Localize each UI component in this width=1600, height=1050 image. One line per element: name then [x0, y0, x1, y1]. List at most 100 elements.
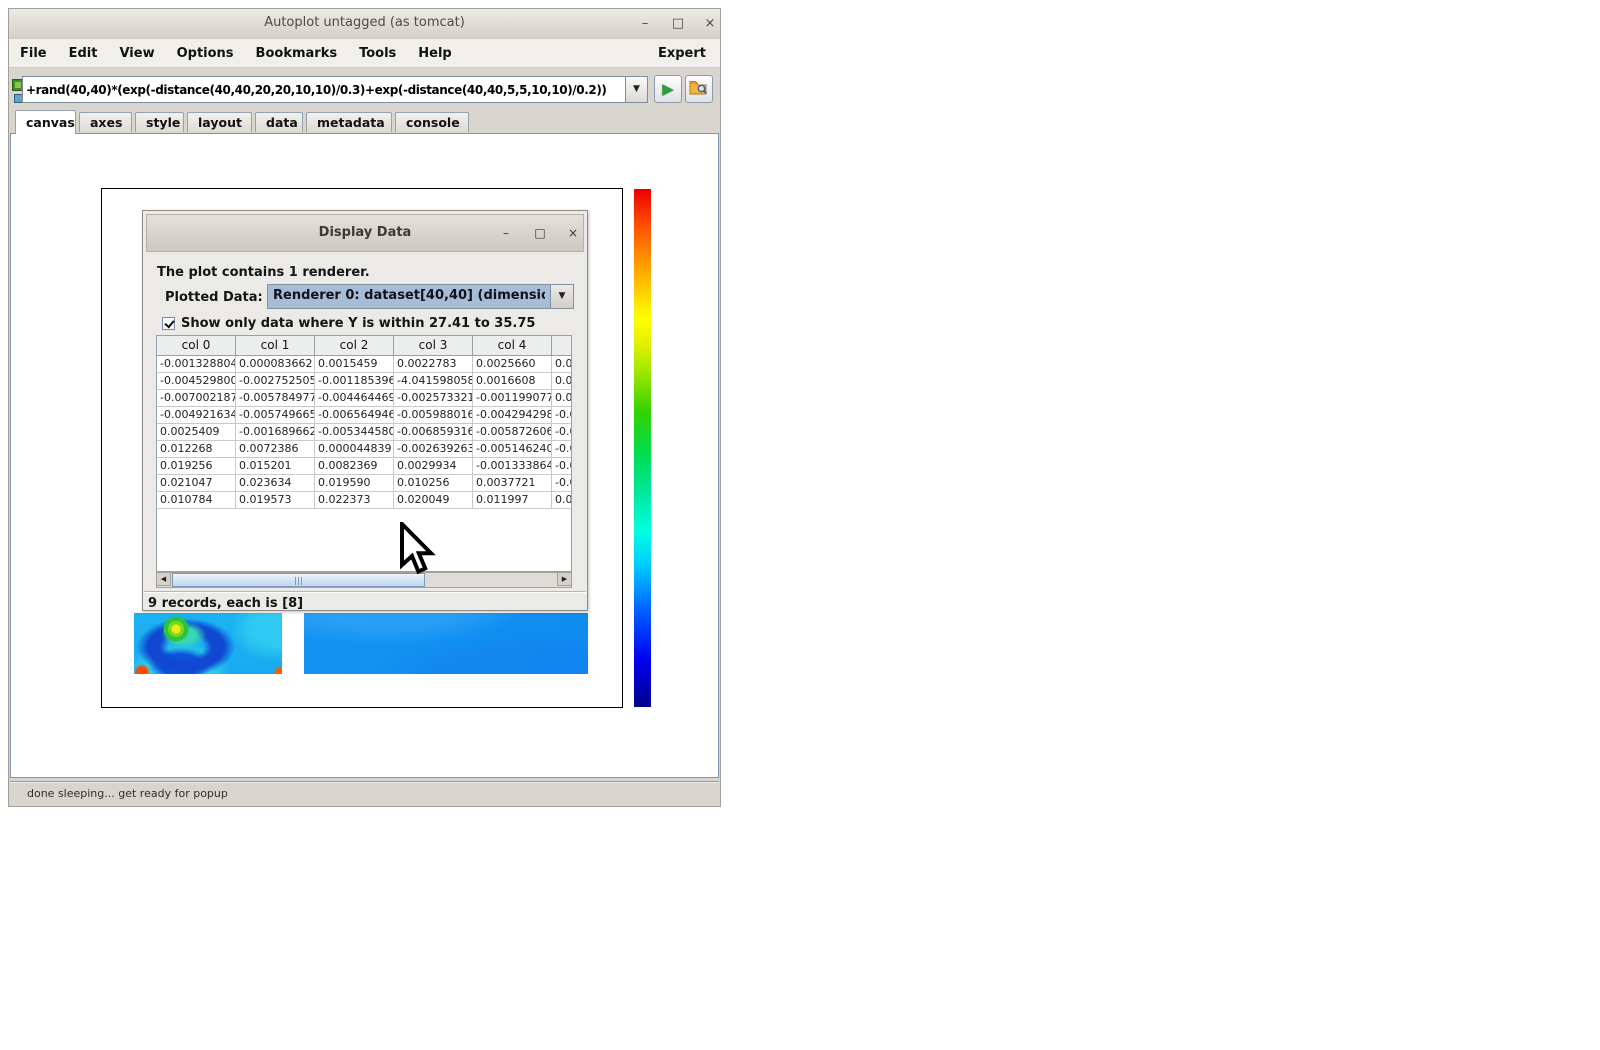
table-header-row: col 0col 1col 2col 3col 4	[157, 336, 571, 356]
table-cell: -0.0	[552, 441, 572, 457]
play-icon: ▶	[662, 80, 674, 98]
table-cell: -0.002639263...	[394, 441, 473, 457]
table-cell: -0.006564946...	[315, 407, 394, 423]
table-cell: 0.0082369	[315, 458, 394, 474]
expert-menu[interactable]: Expert	[658, 46, 720, 61]
filter-checkbox-label[interactable]: Show only data where Y is within 27.41 t…	[181, 316, 535, 331]
filter-checkbox[interactable]	[162, 317, 175, 330]
data-table: col 0col 1col 2col 3col 4 -0.001328804..…	[156, 335, 572, 572]
table-cell: -0.001199077...	[473, 390, 552, 406]
tab-layout[interactable]: layout	[187, 112, 252, 132]
window-close-button[interactable]: ×	[699, 14, 721, 34]
table-row[interactable]: -0.007002187...-0.005784977...-0.0044644…	[157, 390, 571, 407]
table-header-cell[interactable]: col 3	[394, 336, 473, 355]
tab-console[interactable]: console	[395, 112, 469, 132]
table-body: -0.001328804...0.0000836620.00154590.002…	[157, 356, 571, 509]
plotted-data-label: Plotted Data:	[165, 290, 263, 305]
table-cell: 0.0072386	[236, 441, 315, 457]
table-cell: 0.022373	[315, 492, 394, 508]
table-cell: 0.021047	[157, 475, 236, 491]
table-cell: 0.012268	[157, 441, 236, 457]
scrollbar-grip-icon	[295, 577, 303, 585]
tab-metadata[interactable]: metadata	[306, 112, 392, 132]
tab-style[interactable]: style	[135, 112, 184, 132]
tab-canvas[interactable]: canvas	[15, 110, 76, 134]
folder-search-icon	[689, 79, 709, 97]
table-cell: 0.000044839	[315, 441, 394, 457]
table-cell: -0.004294298...	[473, 407, 552, 423]
table-cell: 0.010784	[157, 492, 236, 508]
table-header-cell[interactable]: col 1	[236, 336, 315, 355]
table-row[interactable]: 0.0025409-0.001689662...-0.005344580...-…	[157, 424, 571, 441]
table-cell: 0.00	[552, 390, 572, 406]
table-row[interactable]: -0.004921634...-0.005749665...-0.0065649…	[157, 407, 571, 424]
table-cell: -0.0	[552, 458, 572, 474]
tab-strip: canvasaxesstylelayoutdatametadataconsole	[9, 110, 720, 133]
menu-item-tools[interactable]: Tools	[348, 46, 407, 61]
dialog-minimize-button[interactable]: –	[496, 224, 516, 242]
combo-arrow-icon[interactable]: ▼	[550, 285, 573, 308]
uri-dropdown-button[interactable]: ▼	[626, 76, 648, 103]
table-cell: -0.0	[552, 407, 572, 423]
window-minimize-button[interactable]: –	[634, 14, 656, 34]
window-title: Autoplot untagged (as tomcat)	[9, 15, 720, 30]
menu-items: FileEditViewOptionsBookmarksToolsHelp	[9, 46, 463, 61]
horizontal-scrollbar[interactable]: ◀ ▶	[156, 572, 572, 588]
scroll-right-button[interactable]: ▶	[557, 572, 572, 586]
menu-item-edit[interactable]: Edit	[58, 46, 109, 61]
table-header-cell[interactable]: col 0	[157, 336, 236, 355]
table-cell: 0.00	[552, 356, 572, 372]
window-titlebar[interactable]: Autoplot untagged (as tomcat) – □ ×	[9, 9, 720, 40]
menu-item-bookmarks[interactable]: Bookmarks	[245, 46, 349, 61]
table-cell: 0.010256	[394, 475, 473, 491]
table-cell: -0.005872606...	[473, 424, 552, 440]
checkmark-icon	[164, 318, 174, 329]
table-row[interactable]: -0.004529800...-0.002752505...-0.0011853…	[157, 373, 571, 390]
status-text: done sleeping... get ready for popup	[27, 787, 228, 800]
tab-axes[interactable]: axes	[79, 112, 132, 132]
table-cell: -0.005749665...	[236, 407, 315, 423]
spectrogram-left-segment	[134, 613, 282, 674]
plotted-data-combobox[interactable]: Renderer 0: dataset[40,40] (dimension...…	[267, 284, 574, 309]
plotted-data-value: Renderer 0: dataset[40,40] (dimension...	[273, 288, 545, 303]
menu-item-help[interactable]: Help	[407, 46, 462, 61]
table-cell: -0.004921634...	[157, 407, 236, 423]
spectrogram-right-segment	[304, 613, 588, 674]
menu-item-file[interactable]: File	[9, 46, 58, 61]
dialog-maximize-button[interactable]: □	[530, 224, 550, 242]
colorbar[interactable]	[634, 189, 651, 707]
table-cell: -0.001689662...	[236, 424, 315, 440]
uri-input[interactable]	[22, 76, 626, 103]
table-row[interactable]: 0.0192560.0152010.00823690.0029934-0.001…	[157, 458, 571, 475]
table-header-cell[interactable]: col 2	[315, 336, 394, 355]
menu-item-options[interactable]: Options	[166, 46, 245, 61]
table-cell: 0.0016608	[473, 373, 552, 389]
dialog-titlebar[interactable]: Display Data – □ ×	[146, 214, 584, 252]
table-row[interactable]: -0.001328804...0.0000836620.00154590.002…	[157, 356, 571, 373]
table-cell: -0.005784977...	[236, 390, 315, 406]
menu-item-view[interactable]: View	[108, 46, 165, 61]
renderer-count-text: The plot contains 1 renderer.	[157, 265, 370, 280]
table-cell: -0.0	[552, 475, 572, 491]
table-cell: 0.0029934	[394, 458, 473, 474]
go-button[interactable]: ▶	[654, 75, 682, 103]
table-cell: -0.007002187...	[157, 390, 236, 406]
menu-bar: FileEditViewOptionsBookmarksToolsHelp Ex…	[9, 39, 720, 68]
dialog-close-button[interactable]: ×	[563, 224, 583, 242]
table-cell: -0.002752505...	[236, 373, 315, 389]
table-header-cell[interactable]	[552, 336, 572, 355]
table-cell: -0.004529800...	[157, 373, 236, 389]
table-header-cell[interactable]: col 4	[473, 336, 552, 355]
tab-data[interactable]: data	[255, 112, 303, 132]
inspect-uri-button[interactable]	[685, 75, 713, 103]
table-row[interactable]: 0.0210470.0236340.0195900.0102560.003772…	[157, 475, 571, 492]
table-row[interactable]: 0.0122680.00723860.000044839-0.002639263…	[157, 441, 571, 458]
table-cell: 0.0015459	[315, 356, 394, 372]
mouse-cursor-icon	[398, 522, 436, 582]
window-maximize-button[interactable]: □	[667, 14, 689, 34]
scrollbar-thumb[interactable]	[172, 573, 425, 587]
scroll-left-button[interactable]: ◀	[156, 572, 171, 586]
table-cell: 0.015201	[236, 458, 315, 474]
table-cell: 0.023634	[236, 475, 315, 491]
table-row[interactable]: 0.0107840.0195730.0223730.0200490.011997…	[157, 492, 571, 509]
